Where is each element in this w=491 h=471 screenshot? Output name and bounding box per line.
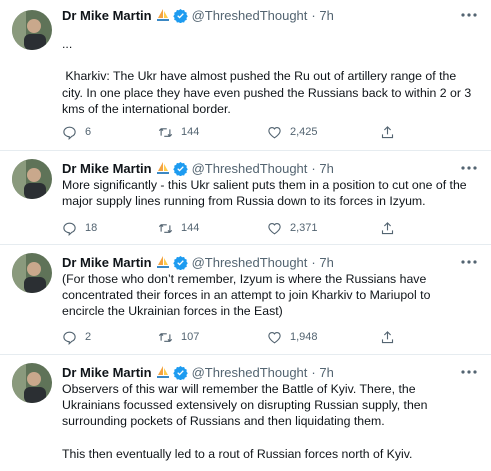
tweet-header: Dr Mike Martin @ThreshedThought · 7h [62, 159, 334, 177]
tweet-header: Dr Mike Martin @ThreshedThought · 7h [62, 253, 334, 271]
like-button[interactable]: 1,948 [267, 329, 318, 345]
sailboat-flag-icon [156, 8, 170, 22]
retweet-count: 107 [181, 331, 200, 343]
author-handle[interactable]: @ThreshedThought [192, 161, 308, 176]
tweet[interactable]: Dr Mike Martin @ThreshedThought · 7h ...… [0, 0, 491, 151]
like-icon [268, 331, 281, 343]
share-icon [381, 125, 394, 138]
sailboat-flag-icon [156, 255, 170, 269]
author-handle[interactable]: @ThreshedThought [192, 8, 308, 23]
verified-badge-icon [172, 365, 188, 380]
avatar[interactable] [12, 159, 52, 199]
tweet-header: Dr Mike Martin @ThreshedThought · 7h [62, 6, 334, 24]
tweet[interactable]: Dr Mike Martin @ThreshedThought · 7h Obs… [0, 355, 491, 471]
author-name[interactable]: Dr Mike Martin [62, 255, 152, 270]
retweet-icon [158, 127, 173, 137]
tweet-time[interactable]: · 7h [311, 365, 333, 380]
reply-icon [63, 126, 76, 140]
reply-icon [63, 222, 76, 236]
verified-badge-icon [172, 8, 188, 23]
reply-count: 6 [85, 126, 92, 138]
like-icon [268, 222, 281, 234]
tweet-actions: 2 107 1,948 [62, 329, 422, 345]
like-count: 1,948 [290, 331, 318, 343]
reply-count: 18 [85, 222, 98, 234]
retweet-button[interactable]: 144 [158, 124, 199, 140]
tweet[interactable]: Dr Mike Martin @ThreshedThought · 7h (Fo… [0, 245, 491, 355]
tweet-time[interactable]: · 7h [311, 8, 333, 23]
reply-button[interactable]: 18 [62, 220, 97, 236]
more-icon[interactable] [459, 365, 479, 379]
avatar[interactable] [12, 253, 52, 293]
reply-icon [63, 331, 76, 345]
tweet-time[interactable]: · 7h [311, 161, 333, 176]
retweet-count: 144 [181, 222, 200, 234]
tweet-text: More significantly - this Ukr salient pu… [62, 178, 471, 209]
share-button[interactable] [380, 220, 403, 236]
tweet[interactable]: Dr Mike Martin @ThreshedThought · 7h Mor… [0, 151, 491, 245]
like-count: 2,371 [290, 222, 318, 234]
author-handle[interactable]: @ThreshedThought [192, 255, 308, 270]
tweet-text: (For those who don’t remember, Izyum is … [62, 272, 434, 319]
tweet-header: Dr Mike Martin @ThreshedThought · 7h [62, 363, 334, 381]
verified-badge-icon [172, 255, 188, 270]
like-count: 2,425 [290, 126, 318, 138]
retweet-count: 144 [181, 126, 200, 138]
author-name[interactable]: Dr Mike Martin [62, 8, 152, 23]
sailboat-flag-icon [156, 365, 170, 379]
sailboat-flag-icon [156, 161, 170, 175]
share-icon [381, 221, 394, 234]
tweet-actions: 6 144 2,425 [62, 124, 422, 140]
like-button[interactable]: 2,371 [267, 220, 318, 236]
reply-count: 2 [85, 331, 92, 343]
more-icon[interactable] [459, 161, 479, 175]
reply-button[interactable]: 2 [62, 329, 91, 345]
more-icon[interactable] [459, 8, 479, 22]
tweet-text: Observers of this war will remember the … [62, 382, 428, 461]
retweet-button[interactable]: 107 [158, 329, 199, 345]
share-icon [381, 330, 394, 343]
like-button[interactable]: 2,425 [267, 124, 318, 140]
author-name[interactable]: Dr Mike Martin [62, 365, 152, 380]
avatar[interactable] [12, 10, 52, 50]
reply-button[interactable]: 6 [62, 124, 91, 140]
share-button[interactable] [380, 124, 403, 140]
retweet-icon [158, 332, 173, 342]
retweet-icon [158, 223, 173, 233]
share-button[interactable] [380, 329, 403, 345]
more-icon[interactable] [459, 255, 479, 269]
verified-badge-icon [172, 161, 188, 176]
author-handle[interactable]: @ThreshedThought [192, 365, 308, 380]
tweet-text: ... Kharkiv: The Ukr have almost pushed … [62, 37, 472, 116]
tweet-actions: 18 144 2,371 [62, 220, 422, 236]
retweet-button[interactable]: 144 [158, 220, 199, 236]
author-name[interactable]: Dr Mike Martin [62, 161, 152, 176]
avatar[interactable] [12, 363, 52, 403]
like-icon [268, 126, 281, 138]
tweet-time[interactable]: · 7h [311, 255, 333, 270]
